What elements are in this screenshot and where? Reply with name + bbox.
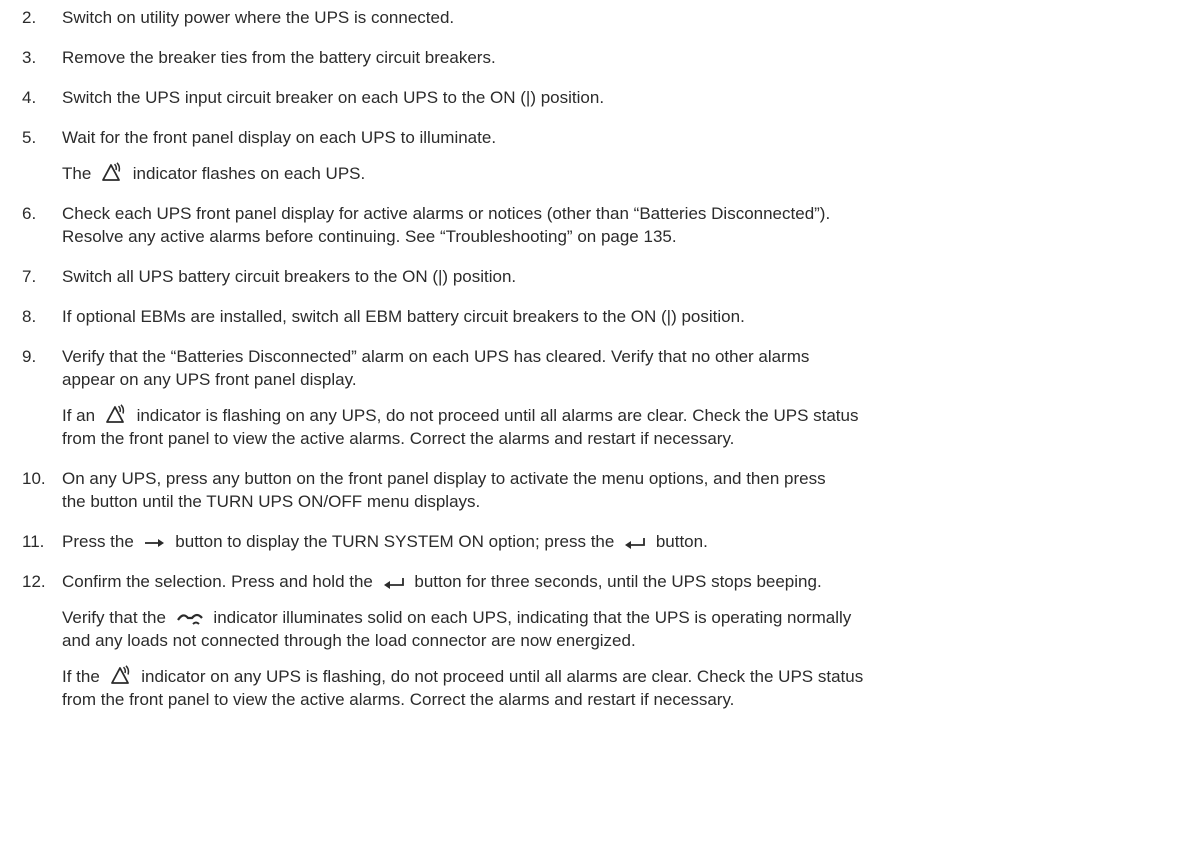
note-text: If the xyxy=(62,667,100,686)
right-arrow-icon xyxy=(144,536,166,550)
note-text: If an xyxy=(62,406,96,425)
step-number: 8. xyxy=(22,307,37,326)
note-text: indicator illuminates solid on each UPS,… xyxy=(213,608,852,627)
step-text: Press the button to display the TURN SYS… xyxy=(62,530,1172,553)
step-number: 9. xyxy=(22,347,37,366)
step-3: 3. Remove the breaker ties from the batt… xyxy=(22,46,1172,69)
step-text: Wait for the front panel display on each… xyxy=(62,128,497,147)
step-9: 9. Verify that the “Batteries Disconnect… xyxy=(22,345,1172,450)
step-text: Switch on utility power where the UPS is… xyxy=(62,8,455,27)
enter-arrow-icon xyxy=(383,576,405,590)
step-text-line-1: Check each UPS front panel display for a… xyxy=(62,204,831,223)
step-12: 12. Confirm the selection. Press and hol… xyxy=(22,570,1172,711)
step-text: If optional EBMs are installed, switch a… xyxy=(62,307,745,326)
step-text: Remove the breaker ties from the battery… xyxy=(62,48,496,67)
step-number: 3. xyxy=(22,48,37,67)
step-number: 11. xyxy=(22,532,45,551)
note-text: indicator on any UPS is flashing, do not… xyxy=(141,667,864,686)
note-text: The xyxy=(62,164,92,183)
step-text: Confirm the selection. Press and hold th… xyxy=(62,570,1172,593)
step-text-part: Confirm the selection. Press and hold th… xyxy=(62,572,373,591)
step-text-line-2: Resolve any active alarms before continu… xyxy=(62,227,677,246)
alarm-indicator-icon xyxy=(110,665,132,685)
manual-page: 2. Switch on utility power where the UPS… xyxy=(0,0,1180,842)
step-11: 11. Press the button to display the TURN… xyxy=(22,530,1172,553)
step-text: Switch the UPS input circuit breaker on … xyxy=(62,88,605,107)
step-note: If an indicator is flashing on any UPS, … xyxy=(62,404,1172,427)
step-number: 4. xyxy=(22,88,37,107)
step-note-1: Verify that the indicator illuminates so… xyxy=(62,606,1172,629)
step-text-part: button to display the TURN SYSTEM ON opt… xyxy=(175,532,615,551)
note-text: indicator is flashing on any UPS, do not… xyxy=(136,406,859,425)
step-number: 6. xyxy=(22,204,37,223)
online-indicator-icon xyxy=(176,610,204,626)
step-number: 7. xyxy=(22,267,37,286)
step-4: 4. Switch the UPS input circuit breaker … xyxy=(22,86,1172,109)
enter-arrow-icon xyxy=(624,536,646,550)
step-8: 8. If optional EBMs are installed, switc… xyxy=(22,305,1172,328)
step-6: 6. Check each UPS front panel display fo… xyxy=(22,202,1172,248)
note-line-2: from the front panel to view the active … xyxy=(62,429,735,448)
step-text-line-1: Verify that the “Batteries Disconnected”… xyxy=(62,347,810,366)
step-number: 10. xyxy=(22,469,46,488)
step-note: The indicator flashes on each UPS. xyxy=(62,162,1172,185)
step-text: Switch all UPS battery circuit breakers … xyxy=(62,267,517,286)
note-text: Verify that the xyxy=(62,608,166,627)
step-7: 7. Switch all UPS battery circuit breake… xyxy=(22,265,1172,288)
procedure-steps: 2. Switch on utility power where the UPS… xyxy=(22,6,1172,711)
step-text-line-2: the button until the TURN UPS ON/OFF men… xyxy=(62,492,481,511)
step-text-part: button. xyxy=(655,532,708,551)
step-text-part: Press the xyxy=(62,532,134,551)
step-note-2: If the indicator on any UPS is flashing,… xyxy=(62,665,1172,688)
step-number: 12. xyxy=(22,572,46,591)
note-line-2: from the front panel to view the active … xyxy=(62,690,735,709)
note-line-2: and any loads not connected through the … xyxy=(62,631,636,650)
alarm-indicator-icon xyxy=(105,404,127,424)
alarm-indicator-icon xyxy=(101,162,123,182)
step-10: 10. On any UPS, press any button on the … xyxy=(22,467,1172,513)
step-text-part: button for three seconds, until the UPS … xyxy=(414,572,822,591)
step-text-line-2: appear on any UPS front panel display. xyxy=(62,370,357,389)
step-number: 5. xyxy=(22,128,37,147)
step-2: 2. Switch on utility power where the UPS… xyxy=(22,6,1172,29)
step-text-line-1: On any UPS, press any button on the fron… xyxy=(62,469,826,488)
note-text: indicator flashes on each UPS. xyxy=(132,164,366,183)
step-number: 2. xyxy=(22,8,37,27)
step-5: 5. Wait for the front panel display on e… xyxy=(22,126,1172,185)
